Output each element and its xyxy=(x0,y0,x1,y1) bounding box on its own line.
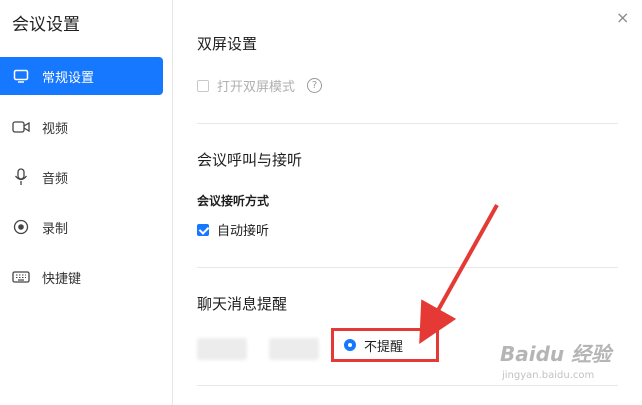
keyboard-icon xyxy=(12,268,30,286)
watermark: Baidu 经验 xyxy=(500,342,612,366)
close-icon[interactable]: × xyxy=(616,8,629,27)
auto-answer-label: 自动接听 xyxy=(217,224,270,239)
dual-screen-label: 打开双屏模式 xyxy=(217,80,296,95)
sidebar-item-label: 录制 xyxy=(42,221,69,237)
blurred-option xyxy=(197,338,247,360)
sidebar-item-general[interactable]: 常规设置 xyxy=(0,57,163,95)
section-title-dual-screen: 双屏设置 xyxy=(197,35,258,53)
divider xyxy=(197,123,618,124)
sidebar-item-label: 视频 xyxy=(42,121,69,137)
section-title-meeting-call: 会议呼叫与接听 xyxy=(197,151,303,169)
monitor-icon xyxy=(12,67,30,85)
sidebar-item-label: 音频 xyxy=(42,171,69,187)
checkbox-checked-icon xyxy=(197,223,209,236)
radio-selected-icon xyxy=(344,339,356,351)
sidebar-item-label: 常规设置 xyxy=(42,70,95,86)
sidebar: 会议设置 常规设置 视频 音频 录制 快捷键 xyxy=(0,0,173,405)
divider xyxy=(197,385,618,386)
no-notify-label: 不提醒 xyxy=(364,339,404,355)
divider xyxy=(197,267,618,268)
sidebar-item-audio[interactable]: 音频 xyxy=(0,158,163,196)
sidebar-item-label: 快捷键 xyxy=(42,271,82,287)
dual-screen-checkbox[interactable]: 打开双屏模式 ? xyxy=(197,76,323,95)
checkbox-icon xyxy=(197,79,209,92)
record-icon xyxy=(12,218,30,236)
sidebar-item-video[interactable]: 视频 xyxy=(0,108,163,146)
sidebar-item-record[interactable]: 录制 xyxy=(0,208,163,246)
sidebar-item-shortcuts[interactable]: 快捷键 xyxy=(0,258,163,296)
window-title: 会议设置 xyxy=(12,15,80,35)
section-title-chat-notify: 聊天消息提醒 xyxy=(197,295,288,313)
help-icon[interactable]: ? xyxy=(307,78,323,93)
video-camera-icon xyxy=(12,118,30,136)
auto-answer-checkbox[interactable]: 自动接听 xyxy=(197,220,269,239)
no-notify-radio[interactable]: 不提醒 xyxy=(331,328,439,362)
microphone-icon xyxy=(12,168,30,186)
blurred-option xyxy=(269,338,319,360)
answer-mode-label: 会议接听方式 xyxy=(197,194,270,208)
watermark-url: jingyan.baidu.com xyxy=(502,370,595,381)
